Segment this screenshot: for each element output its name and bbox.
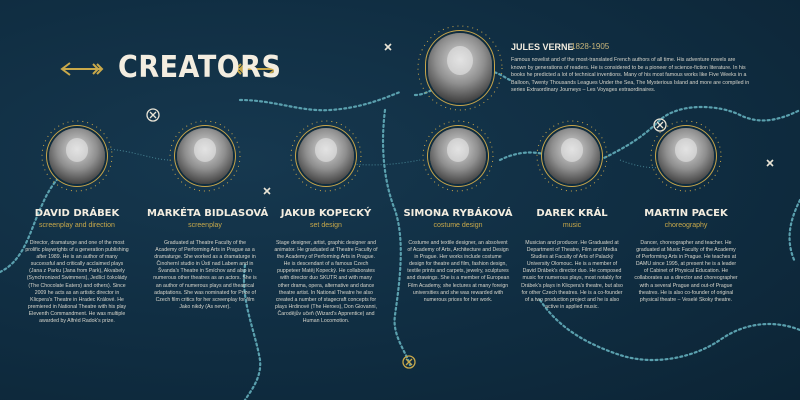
page-title: CREATORS	[118, 50, 282, 85]
rope-edge-right	[788, 198, 800, 264]
portrait-david-drabek	[49, 128, 105, 184]
featured-years: 1828-1905	[571, 42, 610, 51]
creator-bio: Musician and producer. He Graduated at D…	[521, 240, 623, 310]
portrait-jakub-kopecky	[298, 128, 354, 184]
featured-name: JULES VERNE	[511, 42, 574, 52]
portrait-simona-rybakova	[430, 128, 486, 184]
portrait-martin-pacek	[658, 128, 714, 184]
creator-role: choreography	[664, 222, 708, 229]
portrait-marketa-bidlasova	[177, 128, 233, 184]
creator-role: screenplay and direction	[39, 222, 115, 229]
creator-role: costume design	[433, 222, 483, 229]
creator-role: music	[562, 222, 582, 229]
creator-name: MARTIN PACEK	[644, 208, 728, 219]
creator-bio: Graduated at Theatre Faculty of the Acad…	[153, 240, 257, 310]
creator-bio: Director, dramaturge and one of the most…	[25, 240, 129, 325]
circle-x-gold-icon	[402, 355, 416, 369]
creator-name: JAKUB KOPECKÝ	[280, 208, 372, 219]
arrow-left-icon	[60, 62, 104, 76]
poster-page: CREATORS JULES VERNE 1828-1905 Famous no…	[0, 0, 800, 400]
rope-top-middle	[238, 90, 402, 112]
circle-x-icon	[146, 108, 667, 132]
rope-center-vertical	[381, 108, 412, 367]
creator-name: MARKÉTA BIDLASOVÁ	[147, 208, 269, 219]
portrait-jules-verne	[428, 33, 492, 103]
portrait-darek-kral	[544, 128, 600, 184]
creator-role: screenplay	[188, 222, 222, 229]
creator-name: DAREK KRÁL	[536, 208, 608, 219]
creator-name: DAVID DRÁBEK	[34, 208, 120, 219]
creator-role: set design	[310, 222, 342, 229]
creator-bio: Dancer, choreographer and teacher. He gr…	[634, 240, 738, 303]
featured-bio: Famous novelist and of the most-translat…	[511, 57, 750, 94]
creator-bio: Stage designer, artist, graphic designer…	[274, 240, 378, 325]
creator-name: SIMONA RYBÁKOVÁ	[403, 208, 513, 219]
creator-bio: Costume and textile designer, an absolve…	[406, 240, 510, 303]
